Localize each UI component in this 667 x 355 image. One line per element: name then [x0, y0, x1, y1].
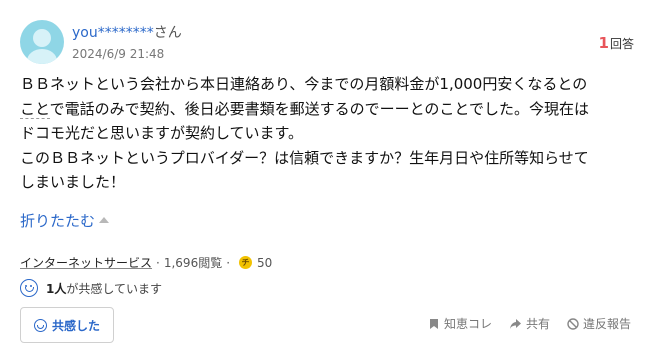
answer-count-label: 回答: [609, 37, 634, 51]
avatar-head: [33, 29, 51, 47]
glossary-term[interactable]: こと: [20, 99, 50, 119]
coin-count: 50: [257, 255, 273, 270]
smile-icon: [20, 279, 38, 297]
smile-icon: [33, 318, 47, 332]
empathy-count: 1人: [46, 281, 67, 296]
question-line: ことで電話のみで契約、後日必要書類を郵送するのでーーとのことでした。今現在は: [20, 99, 589, 119]
username[interactable]: you********: [72, 25, 154, 41]
chevron-up-icon: [99, 217, 110, 223]
knowledge-collection-label: 知恵コレ: [443, 317, 492, 331]
username-row: you********さん: [72, 22, 182, 42]
fold-label: 折りたたむ: [20, 212, 96, 230]
empathize-button-label: 共感した: [51, 318, 100, 333]
question-line: ＢＢネットという会社から本日連絡あり、今までの月額料金が1,000円安くなるとの: [20, 75, 588, 93]
share-label: 共有: [525, 317, 550, 331]
report-label: 違反報告: [582, 317, 631, 331]
coin-icon: チ: [239, 256, 253, 269]
share-button[interactable]: 共有: [509, 315, 550, 332]
category-link[interactable]: インターネットサービス: [20, 254, 152, 271]
meta-separator: ·: [156, 255, 160, 270]
username-suffix: さん: [153, 25, 182, 41]
share-icon: [509, 318, 521, 329]
meta-separator: ·: [226, 255, 231, 270]
view-count: 1,696閲覧: [163, 256, 223, 270]
avatar[interactable]: [20, 20, 64, 64]
question-actions: 知恵コレ 共有 違反報告: [411, 315, 631, 332]
empathy-summary: 1人 が共感しています: [20, 279, 162, 297]
fold-toggle[interactable]: 折りたたむ: [20, 210, 110, 231]
question-line: しまいました！: [20, 173, 126, 192]
post-date: 2024/6/9 21:48: [72, 47, 165, 61]
empathize-button[interactable]: 共感した: [20, 307, 114, 343]
question-body: ＢＢネットという会社から本日連絡あり、今までの月額料金が1,000円安くなるとの…: [20, 72, 645, 195]
avatar-body: [27, 49, 57, 64]
report-button[interactable]: 違反報告: [567, 315, 631, 332]
empathy-text: が共感しています: [66, 281, 163, 296]
question-line: このＢＢネットというプロバイダー？は信頼できますか？生年月日や住所等知らせて: [20, 148, 589, 167]
prohibited-icon: [567, 317, 579, 330]
knowledge-collection-button[interactable]: 知恵コレ: [428, 315, 492, 332]
answer-count[interactable]: 1回答: [599, 34, 634, 52]
bookmark-icon: [429, 318, 438, 329]
question-line: ドコモ光だと思いますが契約しています。: [20, 124, 304, 143]
question-meta: インターネットサービス · 1,696閲覧 · チ 50: [20, 254, 272, 271]
answer-count-number: 1: [598, 34, 609, 52]
